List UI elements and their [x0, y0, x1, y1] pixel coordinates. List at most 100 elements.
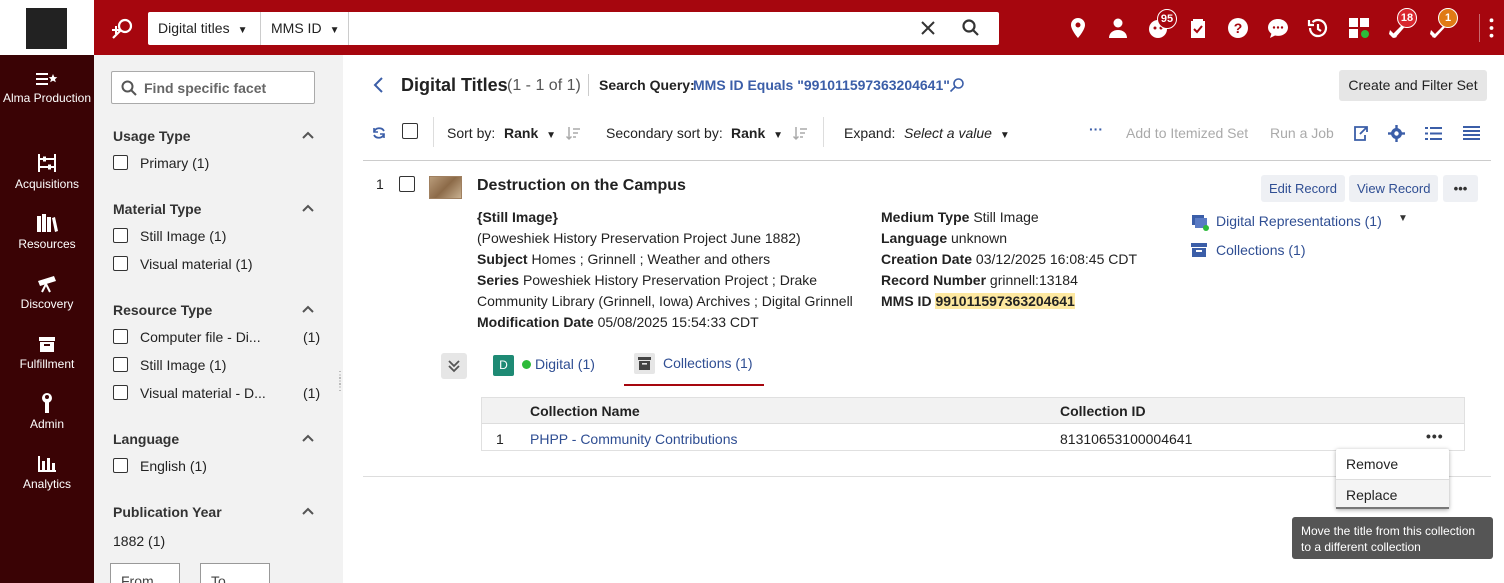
table-header: Collection Name Collection ID — [482, 398, 1464, 424]
alerts-badge: 1 — [1438, 8, 1458, 28]
svg-text:?: ? — [1234, 20, 1243, 36]
tab-digital[interactable]: D Digital (1) — [493, 355, 595, 379]
checkbox[interactable] — [113, 155, 128, 170]
facet-option-english[interactable]: English (1) — [113, 458, 313, 474]
back-arrow-icon[interactable] — [371, 76, 387, 94]
checkbox[interactable] — [113, 228, 128, 243]
divider — [363, 476, 1491, 477]
chat-icon[interactable] — [1266, 16, 1290, 40]
nav-admin[interactable]: Admin — [0, 393, 94, 432]
year-from-input[interactable]: From — [110, 563, 180, 583]
sort-direction-icon[interactable] — [565, 125, 581, 141]
export-icon[interactable] — [1352, 125, 1369, 142]
facet-option-computer-file[interactable]: Computer file - Di... (1) — [113, 329, 343, 345]
nav-discovery[interactable]: Discovery — [0, 275, 94, 312]
top-bar: Digital titles ▼ MMS ID ▼ 95 ? 18 1 — [0, 0, 1504, 55]
result-more-button[interactable]: ••• — [1443, 175, 1478, 202]
search-icon[interactable] — [961, 18, 981, 38]
institution-logo[interactable] — [0, 0, 94, 55]
chevron-up-icon[interactable] — [301, 302, 315, 316]
digital-representations-link[interactable]: Digital Representations (1) ▼ — [1191, 213, 1411, 233]
facets-panel: Find specific facet Usage Type Primary (… — [94, 55, 343, 583]
search-scope-dropdown[interactable]: Digital titles ▼ — [148, 12, 261, 45]
facet-option-primary[interactable]: Primary (1) — [113, 155, 313, 171]
list-view-icon[interactable] — [1425, 125, 1442, 142]
notifications-badge: 18 — [1397, 8, 1417, 28]
persistent-search-icon[interactable] — [949, 77, 965, 93]
column-header-collection-name[interactable]: Collection Name — [530, 403, 640, 419]
checkbox[interactable] — [113, 256, 128, 271]
checkbox[interactable] — [113, 357, 128, 372]
collections-link[interactable]: Collections (1) — [1191, 242, 1391, 262]
view-record-button[interactable]: View Record — [1349, 175, 1439, 202]
checkbox[interactable] — [113, 385, 128, 400]
nav-fulfillment[interactable]: Fulfillment — [0, 335, 94, 372]
chevron-up-icon[interactable] — [301, 431, 315, 445]
facet-option-still-image-resource[interactable]: Still Image (1) — [113, 357, 343, 373]
nav-acquisitions[interactable]: Acquisitions — [0, 153, 94, 192]
wrench-icon — [42, 393, 52, 413]
checkbox[interactable] — [113, 458, 128, 473]
facet-search-input[interactable]: Find specific facet — [111, 71, 315, 104]
result-count: (1 - 1 of 1) — [507, 77, 581, 94]
nav-resources[interactable]: Resources — [0, 213, 94, 252]
more-options-icon[interactable] — [1479, 14, 1503, 42]
menu-item-replace[interactable]: Replace — [1336, 479, 1449, 509]
facet-option-visual-material-d[interactable]: Visual material - D... (1) — [113, 385, 343, 401]
facet-title-language[interactable]: Language — [113, 431, 179, 447]
facet-title-resource-type[interactable]: Resource Type — [113, 302, 212, 318]
facet-option-year-1882[interactable]: 1882 (1) — [113, 533, 165, 549]
persistent-search-icon[interactable] — [110, 16, 136, 42]
nav-alma-production[interactable]: Alma Production — [0, 71, 94, 106]
search-field-dropdown[interactable]: MMS ID ▼ — [261, 12, 349, 45]
checkbox[interactable] — [113, 329, 128, 344]
collection-name-link[interactable]: PHPP - Community Contributions — [530, 431, 737, 447]
help-icon[interactable]: ? — [1226, 16, 1250, 40]
main-menu: Alma Production Acquisitions Resources D… — [0, 55, 94, 583]
secondary-sort-dropdown[interactable]: Rank ▼ — [731, 125, 783, 141]
sort-direction-icon[interactable] — [792, 125, 808, 141]
facet-title-material-type[interactable]: Material Type — [113, 201, 201, 217]
clipboard-icon[interactable] — [1186, 16, 1210, 40]
search-query-value[interactable]: MMS ID Equals "991011597363204641" — [693, 77, 950, 93]
divider — [363, 160, 1491, 161]
refresh-icon[interactable] — [371, 125, 387, 141]
run-job-button[interactable]: Run a Job — [1270, 125, 1334, 141]
nav-analytics[interactable]: Analytics — [0, 455, 94, 492]
compact-view-icon[interactable] — [1463, 125, 1480, 142]
history-icon[interactable] — [1306, 16, 1330, 40]
result-thumbnail[interactable] — [429, 176, 462, 199]
facet-option-visual-material[interactable]: Visual material (1) — [113, 256, 333, 272]
tab-collections[interactable]: Collections (1) — [624, 353, 764, 386]
create-filter-set-button[interactable]: Create and Filter Set — [1339, 70, 1487, 101]
panel-resize-handle[interactable]: ⋮ ⋮ ⋮ — [335, 371, 345, 403]
sort-by-dropdown[interactable]: Rank ▼ — [504, 125, 556, 141]
chevron-up-icon[interactable] — [301, 128, 315, 142]
column-header-collection-id[interactable]: Collection ID — [1060, 403, 1146, 419]
widgets-icon[interactable] — [1347, 16, 1371, 40]
collapse-toggle-icon[interactable] — [441, 353, 467, 379]
abacus-icon — [38, 154, 56, 172]
result-title[interactable]: Destruction on the Campus — [477, 177, 686, 195]
expand-dropdown[interactable]: Select a value ▼ — [904, 125, 1010, 141]
chevron-up-icon[interactable] — [301, 201, 315, 215]
facet-option-still-image[interactable]: Still Image (1) — [113, 228, 333, 244]
clear-search-icon[interactable] — [918, 18, 938, 38]
chevron-up-icon[interactable] — [301, 504, 315, 518]
more-actions-button[interactable]: ··· — [1089, 121, 1103, 137]
add-to-itemized-set-button[interactable]: Add to Itemized Set — [1126, 125, 1248, 141]
facet-title-usage-type[interactable]: Usage Type — [113, 128, 191, 144]
secondary-sort-label: Secondary sort by: — [606, 125, 723, 141]
location-pin-icon[interactable] — [1066, 16, 1090, 40]
year-to-input[interactable]: To — [200, 563, 270, 583]
archive-box-icon — [634, 353, 655, 374]
row-actions-button[interactable]: ••• — [1426, 428, 1444, 444]
user-icon[interactable] — [1106, 16, 1130, 40]
facet-title-publication-year[interactable]: Publication Year — [113, 504, 222, 520]
select-all-checkbox[interactable] — [402, 123, 418, 139]
result-checkbox[interactable] — [399, 176, 415, 192]
telescope-icon — [38, 276, 56, 293]
gear-icon[interactable] — [1388, 125, 1405, 142]
menu-item-remove[interactable]: Remove — [1336, 449, 1449, 479]
edit-record-button[interactable]: Edit Record — [1261, 175, 1345, 202]
